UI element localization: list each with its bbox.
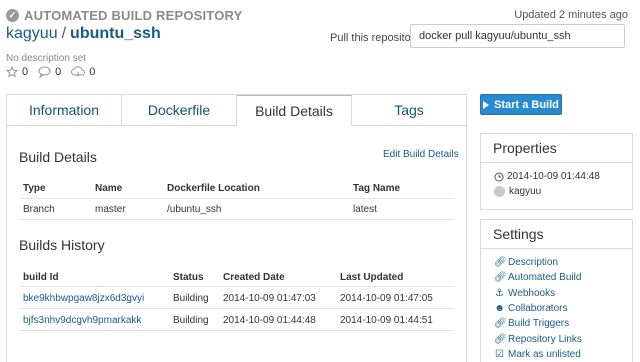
tab-information[interactable]: Information (7, 95, 122, 125)
settings-link-label: Webhooks (508, 287, 556, 299)
col-created-date-header: Created Date (223, 272, 285, 283)
pull-command-field[interactable]: docker pull kagyuu/ubuntu_ssh (410, 24, 625, 48)
properties-title: Properties (481, 134, 632, 163)
divider (19, 219, 454, 220)
cloud-download-icon (71, 66, 86, 77)
settings-link-label: Automated Build (508, 272, 582, 284)
repo-title: kagyuu / ubuntu_ssh (6, 25, 161, 43)
col-build-id-header: build Id (23, 272, 59, 283)
repo-tabs: Information Dockerfile Build Details Tag… (7, 95, 466, 126)
settings-link-automated-build[interactable]: 🔗︎ Automated Build (494, 270, 582, 285)
properties-user[interactable]: kagyuu (494, 186, 541, 197)
tab-build-details[interactable]: Build Details (237, 95, 352, 126)
col-dockerfile-location-header: Dockerfile Location (167, 183, 260, 194)
settings-link-label: Collaborators (508, 303, 568, 315)
repo-type-label: ✓ AUTOMATED BUILD REPOSITORY (6, 8, 243, 23)
col-name-header: Name (95, 183, 123, 194)
play-icon (483, 100, 490, 109)
settings-link-repository-links[interactable]: 🔗︎ Repository Links (494, 331, 582, 346)
start-build-button[interactable]: Start a Build (480, 94, 562, 115)
repo-main-panel: Information Dockerfile Build Details Tag… (6, 94, 467, 362)
settings-link-label: Mark as unlisted (508, 348, 581, 360)
settings-title: Settings (481, 220, 632, 249)
build-last-updated: 2014-10-09 01:47:05 (340, 293, 433, 304)
comment-stat[interactable]: 0 (38, 66, 61, 78)
col-tag-name-header: Tag Name (353, 183, 401, 194)
settings-link-description[interactable]: 🔗︎ Description (494, 255, 582, 270)
users-icon: ☻ (494, 303, 505, 315)
build-name-cell: master (95, 204, 126, 215)
download-stat[interactable]: 0 (71, 66, 95, 78)
col-status-header: Status (173, 272, 204, 283)
tag-name-cell: latest (353, 204, 377, 215)
settings-link-collaborators[interactable]: ☻ Collaborators (494, 301, 582, 316)
settings-link-label: Repository Links (508, 333, 582, 345)
build-type-cell: Branch (23, 204, 55, 215)
repo-separator: / (61, 25, 67, 42)
build-status: Building (173, 293, 209, 304)
download-count: 0 (89, 66, 96, 78)
tab-tags[interactable]: Tags (352, 95, 466, 125)
repo-stats: 0 0 0 (6, 66, 105, 78)
settings-link-label: Description (508, 257, 559, 269)
checkbox-icon: ☑ (495, 348, 504, 360)
pull-label: Pull this repository (330, 32, 420, 44)
tab-dockerfile[interactable]: Dockerfile (122, 95, 237, 125)
star-stat[interactable]: 0 (6, 66, 28, 78)
properties-date: 2014-10-09 01:44:48 (494, 171, 600, 182)
settings-link-build-triggers[interactable]: 🔗︎ Build Triggers (494, 316, 582, 331)
properties-panel: Properties 2014-10-09 01:44:48 kagyuu (480, 133, 633, 210)
link-icon: 🔗︎ (494, 257, 507, 269)
divider (19, 198, 454, 199)
settings-panel: Settings 🔗︎ Description 🔗︎ Automated Build… (480, 219, 633, 362)
clock-icon (494, 172, 504, 181)
link-icon: 🔗︎ (494, 318, 507, 330)
anchor-icon: ⚓︎ (495, 287, 504, 299)
build-id-link[interactable]: bjfs3nhv9dcgvh9pmarkakk (23, 315, 141, 326)
edit-build-details-link[interactable]: Edit Build Details (383, 149, 459, 160)
link-icon: 🔗︎ (494, 272, 507, 284)
build-id-link[interactable]: bke9khbwpgaw8jzx6d3gvyi (23, 293, 144, 304)
settings-links: 🔗︎ Description 🔗︎ Automated Build ⚓︎ Webhoo… (494, 255, 582, 362)
build-status: Building (173, 315, 209, 326)
star-count: 0 (22, 66, 29, 78)
build-last-updated: 2014-10-09 01:44:51 (340, 315, 433, 326)
properties-user-text: kagyuu (509, 186, 542, 197)
link-icon: 🔗︎ (494, 333, 507, 345)
divider (19, 330, 454, 331)
divider (19, 286, 454, 287)
repo-description: No description set (6, 53, 87, 64)
comment-count: 0 (55, 66, 62, 78)
repo-name-link[interactable]: ubuntu_ssh (70, 25, 161, 42)
comment-icon (38, 66, 51, 78)
repo-type-text: AUTOMATED BUILD REPOSITORY (24, 8, 243, 23)
divider (19, 308, 454, 309)
col-last-updated-header: Last Updated (340, 272, 404, 283)
build-created-date: 2014-10-09 01:44:48 (223, 315, 316, 326)
star-icon (6, 66, 18, 78)
updated-time: Updated 2 minutes ago (514, 9, 628, 21)
builds-history-title: Builds History (19, 237, 105, 253)
start-build-label: Start a Build (494, 98, 559, 111)
build-details-title: Build Details (19, 149, 97, 165)
col-type-header: Type (23, 183, 46, 194)
properties-date-text: 2014-10-09 01:44:48 (507, 171, 600, 182)
build-created-date: 2014-10-09 01:47:03 (223, 293, 316, 304)
avatar (494, 186, 505, 197)
settings-link-label: Build Triggers (508, 318, 570, 330)
dockerfile-location-cell: /ubuntu_ssh (167, 204, 222, 215)
settings-link-mark-unlisted[interactable]: ☑ Mark as unlisted (494, 347, 582, 362)
settings-link-webhooks[interactable]: ⚓︎ Webhooks (494, 286, 582, 301)
repo-owner-link[interactable]: kagyuu (6, 25, 58, 42)
check-circle-icon: ✓ (6, 9, 19, 22)
